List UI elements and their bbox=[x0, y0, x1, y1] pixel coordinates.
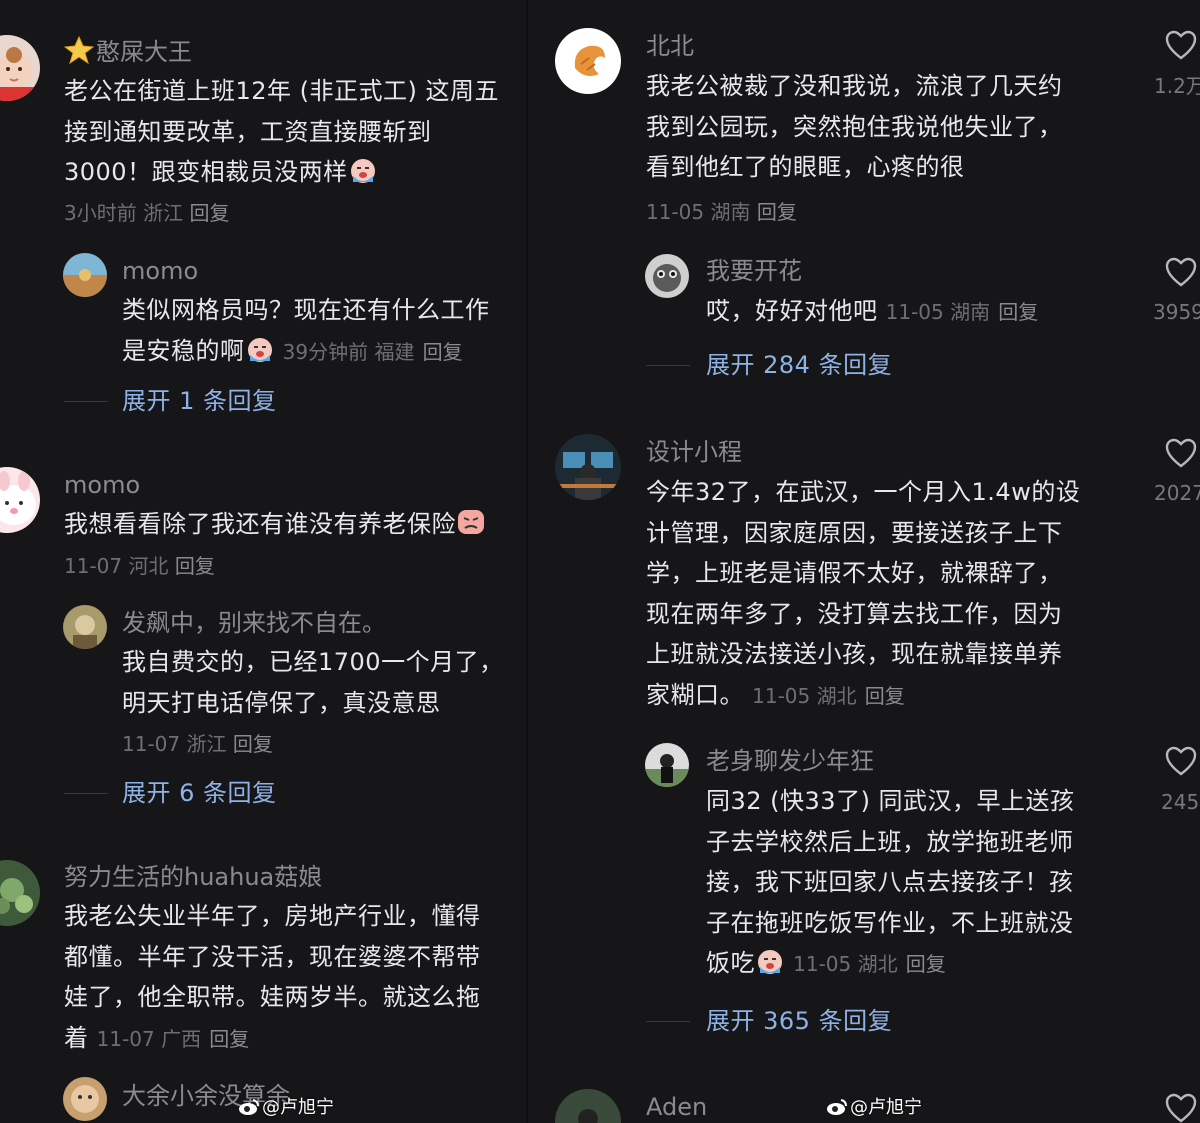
expand-replies-button[interactable]: 展开 1 条回复 bbox=[122, 384, 277, 418]
divider bbox=[64, 793, 108, 794]
comment-text: 老公在街道上班12年 (非正式工) 这周五 接到通知要改革，工资直接腰斩到 30… bbox=[64, 77, 500, 186]
avatar[interactable] bbox=[63, 1077, 107, 1121]
comment-text: 我老公失业半年了，房地产行业，懂得 都懂。半年了没干活，现在婆婆不帮带 娃了，他… bbox=[64, 902, 481, 1052]
expand-replies-button[interactable]: 展开 365 条回复 bbox=[706, 1004, 892, 1038]
like-button[interactable] bbox=[1165, 746, 1197, 776]
crying-emoji-icon bbox=[245, 335, 275, 363]
like-count: 3959 bbox=[1153, 300, 1200, 324]
divider bbox=[646, 1021, 690, 1022]
comment-username[interactable]: 努力生活的huahua菇娘 bbox=[64, 861, 322, 893]
reply-button[interactable]: 回复 bbox=[998, 300, 1038, 324]
reply-username[interactable]: 老身聊发少年狂 bbox=[706, 745, 874, 777]
like-button[interactable] bbox=[1165, 1093, 1197, 1123]
comment-text: 今年32了，在武汉，一个月入1.4w的设 计管理，因家庭原因，要接送孩子上下 学… bbox=[646, 478, 1081, 709]
comment-meta: 11-07 河北 回复 bbox=[64, 554, 215, 578]
like-count: 1.2万 bbox=[1154, 74, 1200, 98]
reply-text: 同32 (快33了) 同武汉，早上送孩 子去学校然后上班，放学拖班老师 接，我下… bbox=[706, 787, 1075, 977]
reply-button[interactable]: 回复 bbox=[757, 200, 797, 224]
like-count: 245 bbox=[1161, 790, 1200, 814]
avatar[interactable] bbox=[0, 467, 40, 533]
avatar[interactable] bbox=[63, 605, 107, 649]
like-button[interactable] bbox=[1165, 257, 1197, 287]
reply-text: 我自费交的，已经1700一个月了， 明天打电话停保了，真没意思 bbox=[122, 648, 504, 717]
heart-icon bbox=[1165, 30, 1197, 60]
comment-meta: 3小时前 浙江 回复 bbox=[64, 201, 230, 225]
reply-text: 哎，好好对他吧 11-05 湖南 回复 bbox=[706, 297, 1039, 325]
like-count: 2027 bbox=[1154, 481, 1200, 505]
avatar[interactable] bbox=[645, 743, 689, 787]
reply-meta: 11-07 浙江 回复 bbox=[122, 732, 273, 756]
heart-icon bbox=[1165, 257, 1197, 287]
crying-emoji-icon bbox=[348, 156, 378, 184]
reply-button[interactable]: 回复 bbox=[175, 554, 215, 578]
reply-button[interactable]: 回复 bbox=[423, 340, 463, 364]
comment-username[interactable]: Aden bbox=[646, 1091, 707, 1123]
left-comment-panel: 憨屎大王 老公在街道上班12年 (非正式工) 这周五 接到通知要改革，工资直接腰… bbox=[0, 0, 528, 1123]
reply-button[interactable]: 回复 bbox=[906, 952, 946, 976]
reply-text: 类似网格员吗？现在还有什么工作 是安稳的啊 39分钟前 福建 回复 bbox=[122, 296, 490, 365]
reply-username[interactable]: 发飙中，别来找不自在。 bbox=[122, 607, 386, 639]
like-button[interactable] bbox=[1165, 30, 1197, 60]
weibo-logo-icon bbox=[238, 1098, 260, 1116]
crying-emoji-icon bbox=[755, 947, 785, 975]
comment-username[interactable]: 北北 bbox=[646, 30, 694, 62]
comment-text: 我老公被裁了没和我说，流浪了几天约 我到公园玩，突然抱住我说他失业了， 看到他红… bbox=[646, 72, 1063, 181]
avatar[interactable] bbox=[555, 1089, 621, 1123]
heart-icon bbox=[1165, 438, 1197, 468]
weibo-logo-icon bbox=[826, 1098, 848, 1116]
divider bbox=[64, 401, 108, 402]
comment-username[interactable]: 设计小程 bbox=[646, 436, 742, 468]
reply-button[interactable]: 回复 bbox=[865, 684, 905, 708]
avatar[interactable] bbox=[555, 434, 621, 500]
comment-meta: 11-05 湖南 回复 bbox=[646, 200, 797, 224]
heart-icon bbox=[1165, 1093, 1197, 1123]
right-comment-panel: 北北 我老公被裁了没和我说，流浪了几天约 我到公园玩，突然抱住我说他失业了， 看… bbox=[528, 0, 1200, 1123]
avatar[interactable] bbox=[645, 254, 689, 298]
expand-replies-button[interactable]: 展开 6 条回复 bbox=[122, 776, 277, 810]
expand-replies-button[interactable]: 展开 284 条回复 bbox=[706, 348, 892, 382]
angry-emoji-icon bbox=[456, 508, 486, 536]
reply-username[interactable]: 我要开花 bbox=[706, 255, 802, 287]
comment-username[interactable]: 憨屎大王 bbox=[63, 35, 192, 68]
avatar[interactable] bbox=[0, 860, 40, 926]
heart-icon bbox=[1165, 746, 1197, 776]
avatar[interactable] bbox=[63, 253, 107, 297]
reply-username[interactable]: momo bbox=[122, 255, 198, 287]
divider bbox=[646, 365, 690, 366]
like-button[interactable] bbox=[1165, 438, 1197, 468]
comment-username[interactable]: momo bbox=[64, 469, 140, 501]
comment-text: 我想看看除了我还有谁没有养老保险 bbox=[64, 504, 524, 545]
avatar[interactable] bbox=[555, 28, 621, 94]
avatar[interactable] bbox=[0, 35, 40, 101]
weibo-watermark: @卢旭宁 bbox=[826, 1096, 922, 1120]
weibo-watermark: @卢旭宁 bbox=[238, 1096, 334, 1120]
reply-button[interactable]: 回复 bbox=[233, 732, 273, 756]
star-icon bbox=[63, 35, 96, 65]
reply-button[interactable]: 回复 bbox=[189, 201, 229, 225]
reply-button[interactable]: 回复 bbox=[209, 1027, 249, 1051]
